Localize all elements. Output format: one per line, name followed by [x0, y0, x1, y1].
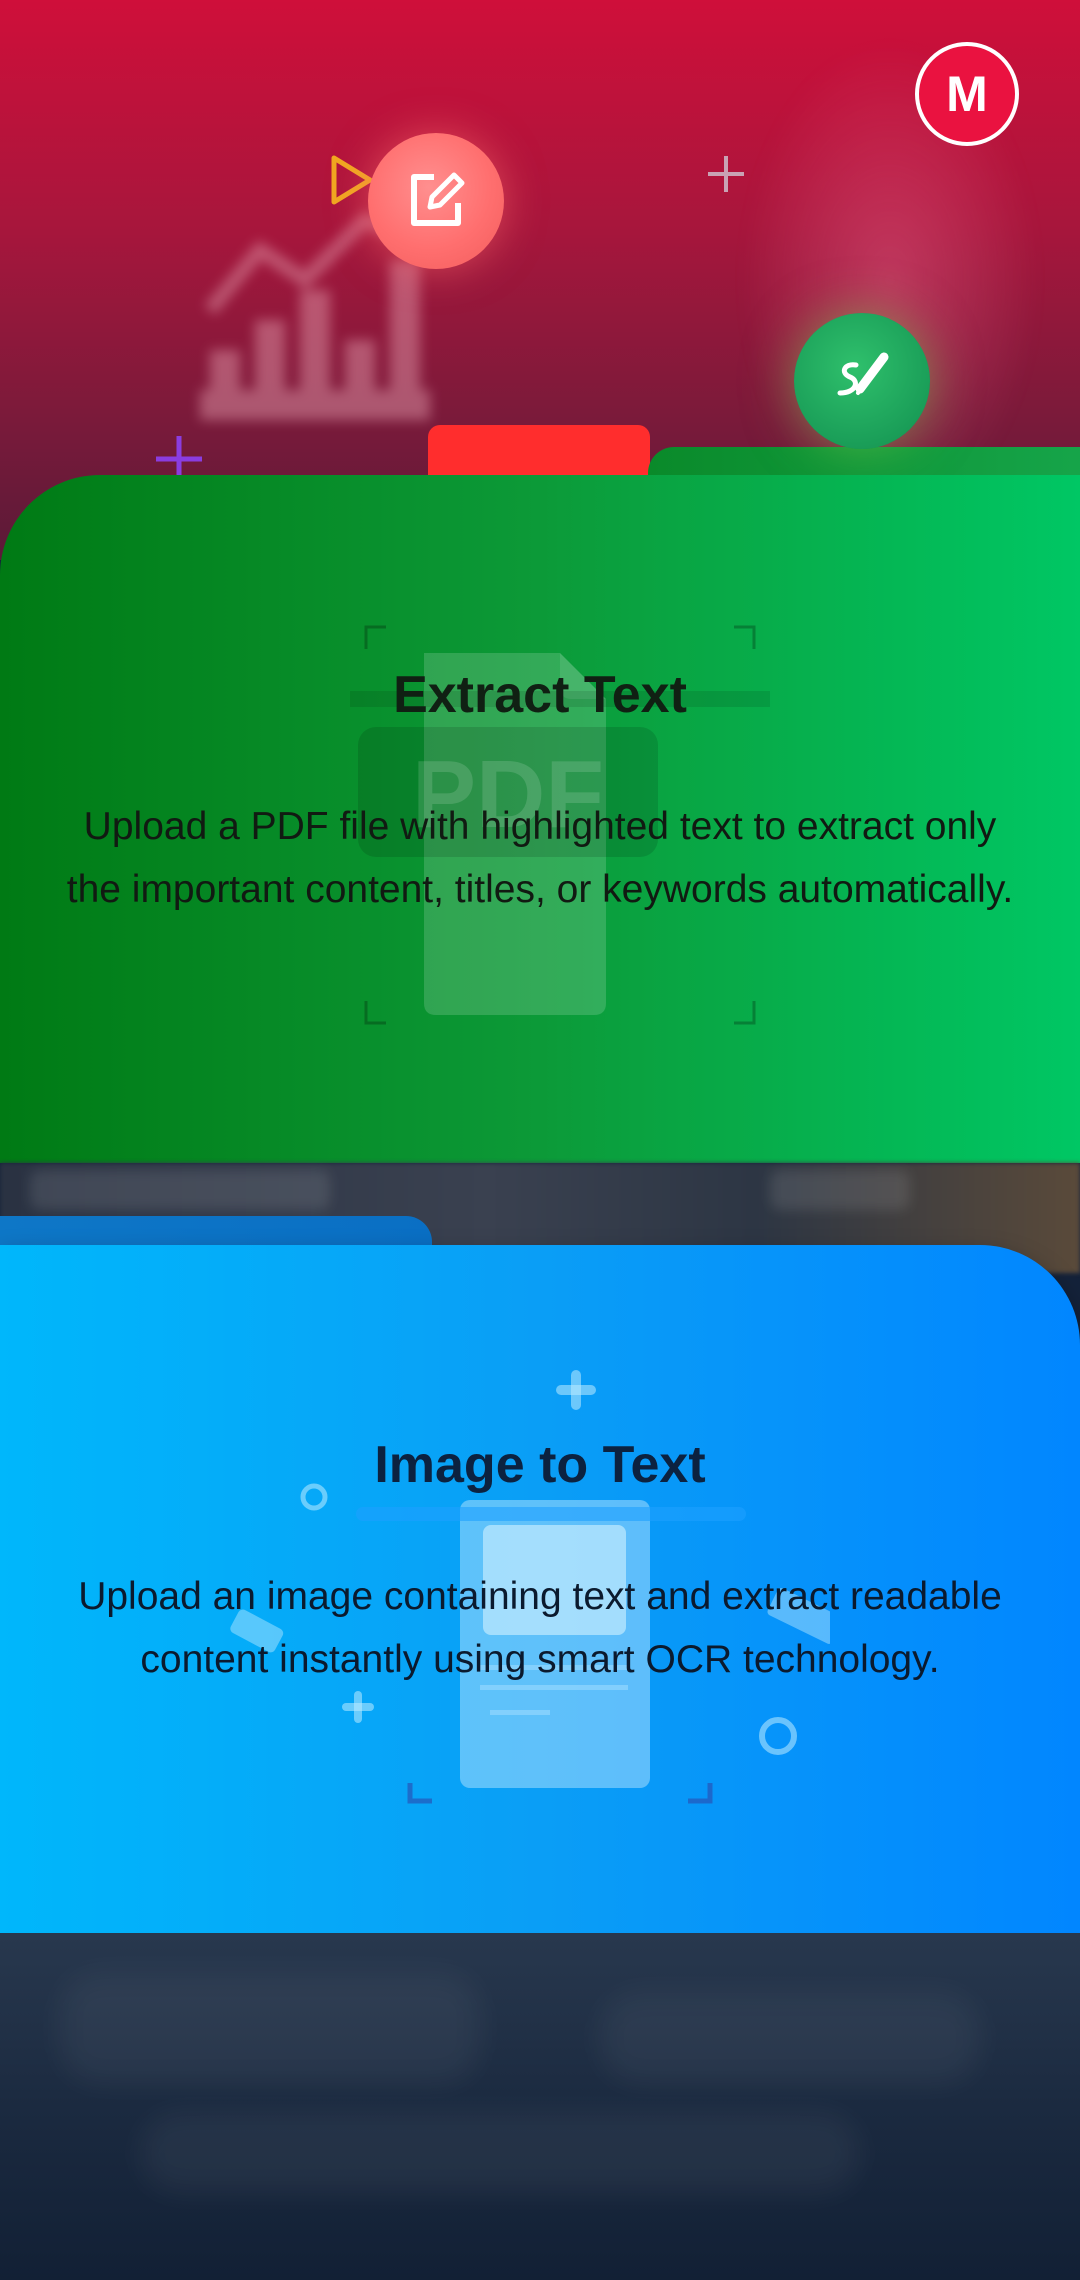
card-description: Upload an image containing text and extr…: [78, 1575, 1002, 1681]
background-blur: [60, 1973, 480, 2083]
edit-button[interactable]: [368, 133, 504, 269]
background-blur: [140, 2113, 860, 2193]
background-blur: [770, 1170, 910, 1210]
signature-button[interactable]: [794, 313, 930, 449]
extract-text-card[interactable]: PDF Extract Text Upload a PDF file with …: [0, 475, 1080, 1163]
card-description: Upload a PDF file with highlighted text …: [66, 805, 1014, 911]
image-to-text-card[interactable]: Image to Text Upload an image containing…: [0, 1245, 1080, 1933]
avatar[interactable]: M: [915, 42, 1019, 146]
card-title: Image to Text: [374, 1436, 706, 1494]
edit-icon: [411, 172, 465, 226]
signature-icon: [837, 352, 889, 396]
home-screen: M PDF Extract Text Upload a PDF file wit: [0, 0, 1080, 2280]
background-blur: [30, 1170, 330, 1210]
plus-icon: [708, 156, 744, 192]
card-title: Extract Text: [393, 666, 687, 724]
bottom-background: [0, 1933, 1080, 2280]
avatar-letter: M: [946, 66, 988, 122]
background-blur: [600, 1993, 980, 2083]
